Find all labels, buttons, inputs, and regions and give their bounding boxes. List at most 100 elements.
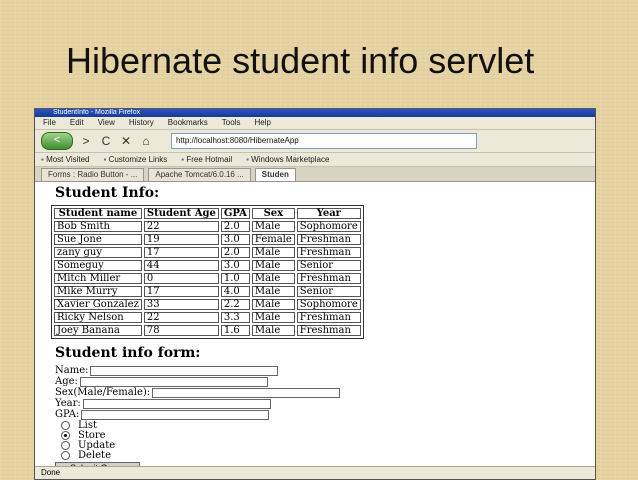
cell-sex: Male <box>251 299 295 310</box>
radio-delete[interactable] <box>61 450 70 460</box>
cell-age: 33 <box>143 299 219 310</box>
page-content: Student Info: Student name Student Age G… <box>35 182 595 475</box>
radio-store[interactable] <box>61 430 70 440</box>
cell-gpa: 3.0 <box>220 234 250 245</box>
table-row: Mike Murry 17 4.0 Male Senior <box>54 286 361 297</box>
cell-name: Bob Smith <box>54 221 142 232</box>
menu-edit[interactable]: Edit <box>70 117 84 129</box>
menu-help[interactable]: Help <box>254 117 270 129</box>
student-table: Student name Student Age GPA Sex Year Bo… <box>51 205 364 339</box>
cell-gpa: 3.0 <box>220 260 250 271</box>
reload-button[interactable]: C <box>99 134 113 148</box>
cell-year: Freshman <box>296 273 361 284</box>
cell-gpa: 3.3 <box>220 312 250 323</box>
cell-sex: Male <box>251 325 295 336</box>
radio-list[interactable] <box>61 420 70 430</box>
cell-sex: Male <box>251 221 295 232</box>
browser-window: StudentInfo - Mozilla Firefox File Edit … <box>34 108 596 480</box>
cell-age: 17 <box>143 286 219 297</box>
column-header: Year <box>296 208 361 219</box>
age-input[interactable] <box>79 376 268 387</box>
radio-label: Delete <box>78 449 111 461</box>
cell-year: Senior <box>296 260 361 271</box>
bookmarks-toolbar: Most Visited Customize Links Free Hotmai… <box>35 153 595 167</box>
cell-name: Ricky Nelson <box>54 312 142 323</box>
cell-name: Someguy <box>54 260 142 271</box>
column-header: GPA <box>220 208 250 219</box>
cell-year: Senior <box>296 286 361 297</box>
column-header: Student Age <box>143 208 219 219</box>
radio-option-store[interactable]: Store <box>55 430 595 441</box>
table-row: Joey Banana 78 1.6 Male Freshman <box>54 325 361 336</box>
column-header: Student name <box>54 208 142 219</box>
student-form-heading: Student info form: <box>55 345 201 361</box>
cell-gpa: 2.2 <box>220 299 250 310</box>
cell-year: Freshman <box>296 312 361 323</box>
menu-file[interactable]: File <box>43 117 56 129</box>
tab-apache-tomcat[interactable]: Apache Tomcat/6.0.16 ... <box>148 168 251 181</box>
cell-year: Sophomore <box>296 221 361 232</box>
cell-age: 78 <box>143 325 219 336</box>
student-form: Name: Age: Sex(Male/Female): Year: GPA: <box>55 365 595 475</box>
navigation-toolbar: < > C ✕ ⌂ http://localhost:8080/Hibernat… <box>35 130 595 153</box>
tab-forms-radio[interactable]: Forms : Radio Button - ... <box>41 168 145 181</box>
table-row: zany guy 17 2.0 Male Freshman <box>54 247 361 258</box>
gpa-label: GPA: <box>55 409 80 420</box>
table-row: Mitch Miller 0 1.0 Male Freshman <box>54 273 361 284</box>
cell-year: Sophomore <box>296 299 361 310</box>
bookmark-customize-links[interactable]: Customize Links <box>104 153 168 166</box>
home-button[interactable]: ⌂ <box>139 134 153 148</box>
radio-update[interactable] <box>61 440 70 450</box>
radio-option-update[interactable]: Update <box>55 440 595 451</box>
menu-history[interactable]: History <box>129 117 154 129</box>
age-label: Age: <box>55 376 78 387</box>
table-row: Xavier Gonzalez 33 2.2 Male Sophomore <box>54 299 361 310</box>
cell-gpa: 2.0 <box>220 221 250 232</box>
tab-strip: Forms : Radio Button - ... Apache Tomcat… <box>35 167 595 182</box>
year-input[interactable] <box>82 398 271 409</box>
table-row: Sue Jone 19 3.0 Female Freshman <box>54 234 361 245</box>
back-button[interactable]: < <box>41 132 73 150</box>
name-label: Name: <box>55 365 89 376</box>
cell-gpa: 4.0 <box>220 286 250 297</box>
address-bar[interactable]: http://localhost:8080/HibernateApp <box>171 133 477 149</box>
menu-bookmarks[interactable]: Bookmarks <box>168 117 208 129</box>
cell-name: Mitch Miller <box>54 273 142 284</box>
bookmark-windows-marketplace[interactable]: Windows Marketplace <box>246 153 329 166</box>
cell-sex: Female <box>251 234 295 245</box>
slide-title: Hibernate student info servlet <box>66 40 535 81</box>
cell-sex: Male <box>251 312 295 323</box>
cell-age: 0 <box>143 273 219 284</box>
cell-year: Freshman <box>296 234 361 245</box>
menu-tools[interactable]: Tools <box>222 117 241 129</box>
table-header-row: Student name Student Age GPA Sex Year <box>54 208 361 219</box>
column-header: Sex <box>251 208 295 219</box>
name-input[interactable] <box>90 365 279 376</box>
sex-input[interactable] <box>152 387 341 398</box>
tab-student[interactable]: Studen <box>254 168 296 181</box>
status-bar: Done <box>35 466 595 479</box>
gpa-input[interactable] <box>81 409 270 420</box>
radio-option-list[interactable]: List <box>55 420 595 431</box>
menu-bar: File Edit View History Bookmarks Tools H… <box>35 117 595 130</box>
cell-sex: Male <box>251 247 295 258</box>
sex-label: Sex(Male/Female): <box>55 387 151 398</box>
forward-button[interactable]: > <box>79 134 93 148</box>
cell-age: 22 <box>143 221 219 232</box>
cell-age: 22 <box>143 312 219 323</box>
student-info-heading: Student Info: <box>55 185 160 201</box>
cell-gpa: 2.0 <box>220 247 250 258</box>
menu-view[interactable]: View <box>98 117 115 129</box>
bookmark-free-hotmail[interactable]: Free Hotmail <box>181 153 232 166</box>
table-row: Someguy 44 3.0 Male Senior <box>54 260 361 271</box>
cell-sex: Male <box>251 273 295 284</box>
cell-age: 44 <box>143 260 219 271</box>
window-title: StudentInfo - Mozilla Firefox <box>35 109 595 117</box>
cell-year: Freshman <box>296 247 361 258</box>
cell-sex: Male <box>251 260 295 271</box>
radio-option-delete[interactable]: Delete <box>55 449 595 461</box>
bookmark-most-visited[interactable]: Most Visited <box>41 153 89 166</box>
stop-button[interactable]: ✕ <box>119 134 133 148</box>
cell-gpa: 1.6 <box>220 325 250 336</box>
cell-name: Xavier Gonzalez <box>54 299 142 310</box>
